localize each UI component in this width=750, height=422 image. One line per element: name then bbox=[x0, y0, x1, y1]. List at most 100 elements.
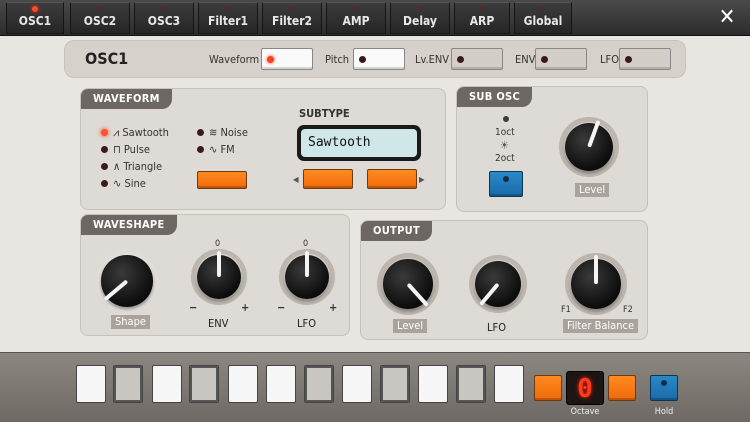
piano-key[interactable] bbox=[228, 365, 258, 403]
tab-amp[interactable]: AMP bbox=[326, 2, 386, 34]
output-level-knob[interactable] bbox=[377, 253, 439, 315]
led-indicator bbox=[503, 176, 509, 182]
waveshape-env-knob[interactable] bbox=[191, 249, 247, 305]
subtype-next-button[interactable] bbox=[367, 169, 417, 189]
sub-osc-octave-button[interactable] bbox=[489, 171, 523, 197]
hold-label: Hold bbox=[654, 407, 674, 417]
tab-label: AMP bbox=[342, 14, 370, 28]
tab-osc2[interactable]: OSC2 bbox=[70, 2, 130, 34]
tab-led bbox=[418, 7, 422, 11]
waveform-mod-button[interactable] bbox=[261, 48, 313, 70]
led-indicator bbox=[267, 56, 274, 63]
knob-indicator bbox=[594, 255, 598, 284]
tab-label: ARP bbox=[469, 14, 495, 28]
panel-title: OUTPUT bbox=[361, 221, 433, 241]
subtype-prev-button[interactable] bbox=[303, 169, 353, 189]
osc-header: OSC1 Waveform Pitch Lv.ENV ENV LFO bbox=[64, 40, 686, 78]
output-lfo-label: LFO bbox=[487, 321, 506, 334]
octave-label: Octave bbox=[570, 407, 600, 417]
led-indicator bbox=[101, 163, 108, 170]
led-indicator bbox=[503, 116, 509, 122]
tab-label: Delay bbox=[403, 14, 437, 28]
piano-key[interactable] bbox=[418, 365, 448, 403]
knob-indicator bbox=[305, 251, 309, 277]
piano-key[interactable] bbox=[380, 365, 410, 403]
panel-title: SUB OSC bbox=[457, 87, 533, 107]
page-title: OSC1 bbox=[85, 49, 129, 68]
waveshape-lfo-label: LFO bbox=[297, 317, 316, 330]
keyboard-bar: 0 Octave Hold bbox=[0, 352, 750, 422]
tab-filter2[interactable]: Filter2 bbox=[262, 2, 322, 34]
tab-osc3[interactable]: OSC3 bbox=[134, 2, 194, 34]
close-button[interactable]: ✕ bbox=[708, 4, 746, 34]
tab-led bbox=[541, 7, 545, 11]
output-level-label: Level bbox=[393, 319, 428, 333]
piano-key[interactable] bbox=[76, 365, 106, 403]
led-indicator bbox=[541, 56, 548, 63]
subtype-label: SUBTYPE bbox=[299, 107, 350, 120]
env-mod-button[interactable] bbox=[535, 48, 587, 70]
octave-display: 0 bbox=[566, 371, 604, 405]
tab-led bbox=[480, 7, 484, 11]
waveform-option-label: FM bbox=[220, 143, 235, 156]
waveform-option-label: Noise bbox=[220, 126, 248, 139]
output-panel: OUTPUT Level LFO F1 F2 Filter Balance bbox=[360, 220, 648, 340]
waveshape-lfo-knob[interactable] bbox=[279, 249, 335, 305]
led-indicator bbox=[101, 129, 108, 136]
octave-down-button[interactable] bbox=[534, 375, 562, 401]
tab-filter1[interactable]: Filter1 bbox=[198, 2, 258, 34]
waveform-option-label: Sawtooth bbox=[122, 126, 169, 139]
piano-key[interactable] bbox=[456, 365, 486, 403]
tab-label: Filter1 bbox=[207, 14, 249, 28]
led-indicator bbox=[359, 56, 366, 63]
octave-up-button[interactable] bbox=[608, 375, 636, 401]
piano-key[interactable] bbox=[152, 365, 182, 403]
piano-key[interactable] bbox=[304, 365, 334, 403]
led-indicator bbox=[101, 180, 108, 187]
panel-title: WAVEFORM bbox=[81, 89, 172, 109]
subtype-display: Sawtooth bbox=[297, 125, 421, 161]
lfo-zero-tick: 0 bbox=[303, 239, 309, 249]
waveshape-env-label: ENV bbox=[208, 317, 229, 330]
tab-led bbox=[32, 6, 38, 12]
piano-key[interactable] bbox=[189, 365, 219, 403]
waveform-option-label: Sine bbox=[124, 177, 146, 190]
tab-label: Global bbox=[523, 14, 563, 28]
filter-balance-knob[interactable] bbox=[565, 253, 627, 315]
lvenv-button[interactable] bbox=[451, 48, 503, 70]
tab-delay[interactable]: Delay bbox=[390, 2, 450, 34]
tab-led bbox=[162, 7, 166, 11]
led-indicator bbox=[625, 56, 632, 63]
piano-key[interactable] bbox=[342, 365, 372, 403]
pitch-mod-button[interactable] bbox=[353, 48, 405, 70]
waveform-toggle-button[interactable] bbox=[197, 171, 247, 189]
sawtooth-wave-icon: ⩘ bbox=[113, 126, 120, 139]
sub-osc-level-knob[interactable] bbox=[559, 117, 619, 177]
piano-key[interactable] bbox=[494, 365, 524, 403]
tab-global[interactable]: Global bbox=[514, 2, 572, 34]
minus-icon: − bbox=[189, 301, 198, 314]
sub-osc-panel: SUB OSC 1oct ☀ 2oct Level bbox=[456, 86, 648, 212]
shape-knob[interactable] bbox=[95, 249, 159, 313]
tab-label: OSC3 bbox=[147, 14, 181, 28]
hold-button[interactable] bbox=[650, 375, 678, 401]
waveform-option-label: Triangle bbox=[123, 160, 163, 173]
led-indicator bbox=[197, 146, 204, 153]
filter-balance-label: Filter Balance bbox=[563, 319, 639, 333]
led-indicator bbox=[661, 380, 667, 386]
tab-osc1[interactable]: OSC1 bbox=[6, 2, 64, 34]
output-lfo-knob[interactable] bbox=[469, 255, 527, 313]
piano-key[interactable] bbox=[266, 365, 296, 403]
lfo-mod-button[interactable] bbox=[619, 48, 671, 70]
sine-wave-icon: ∿ bbox=[113, 177, 122, 190]
piano-key[interactable] bbox=[113, 365, 143, 403]
lvenv-label: Lv.ENV bbox=[415, 53, 450, 66]
tab-arp[interactable]: ARP bbox=[454, 2, 510, 34]
f1-tick: F1 bbox=[561, 305, 571, 315]
env-mod-label: ENV bbox=[515, 53, 536, 66]
plus-icon: + bbox=[329, 301, 338, 314]
lfo-mod-label: LFO bbox=[600, 53, 619, 66]
fm-wave-icon: ∿ bbox=[209, 143, 218, 156]
env-zero-tick: 0 bbox=[215, 239, 221, 249]
tab-label: OSC1 bbox=[18, 14, 52, 28]
